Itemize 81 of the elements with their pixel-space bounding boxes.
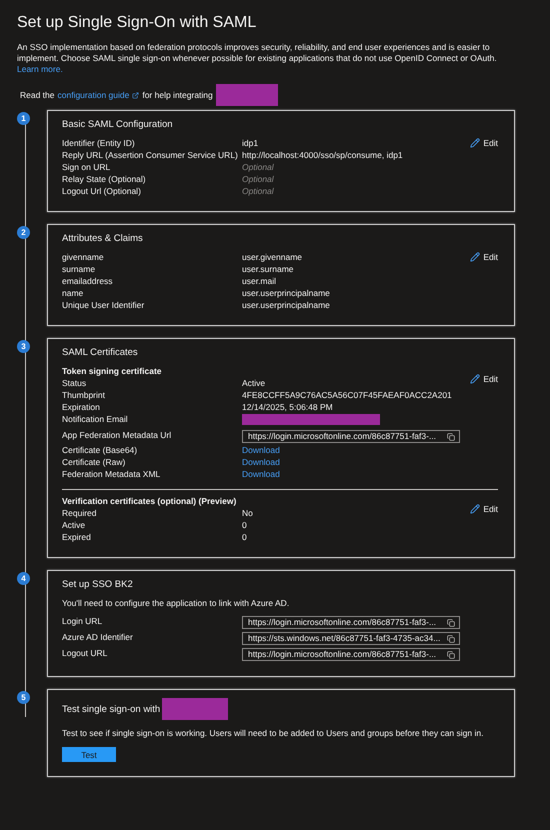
guide-text: for help integrating [142,90,213,100]
page-title: Set up Single Sign-On with SAML [17,14,258,32]
configuration-guide-link[interactable]: configuration guide [58,90,130,100]
learn-more-link[interactable]: Learn more. [17,64,63,74]
pencil-icon [470,374,480,384]
download-link[interactable]: Download [242,457,280,468]
field-label: Login URL [62,615,104,628]
edit-button[interactable]: Edit [470,252,498,262]
field-value: user.userprincipalname [242,300,330,311]
field-label: Identifier (Entity ID) [62,138,136,149]
step-number: 5 [17,691,30,704]
download-link[interactable]: Download [242,469,280,480]
field-value: Optional [242,174,274,185]
field-value: 0 [242,532,247,543]
section-heading: Verification certificates (optional) (Preview) [62,496,238,506]
download-link[interactable]: Download [242,445,280,456]
pencil-icon [470,504,480,514]
edit-button[interactable]: Edit [470,374,498,384]
field-value: 12/14/2025, 5:06:48 PM [242,402,333,413]
field-value: Optional [242,186,274,197]
field-label: Certificate (Raw) [62,457,126,468]
copy-icon[interactable] [447,650,455,658]
field-value: No [242,508,253,519]
card-title: Test single sign-on with [62,704,160,714]
field-label: App Federation Metadata Url [62,429,172,442]
description-text: Test to see if single sign-on is working. Users will need to be added to Users and groups before they can sign in. [62,728,484,739]
intro-text: An SSO implementation based on federation protocols improves security, reliability, and end user experiences and is easier to implement. Choose SAML single sign-on whenever possible for existing applications that do not use OpenID Connect or OAuth. Learn more. [17,42,498,75]
field-value: Optional [242,162,274,173]
pencil-icon [470,252,480,262]
field-value: user.givenname [242,252,302,263]
card-title: SAML Certificates [62,347,138,358]
field-label: Thumbprint [62,390,106,401]
url-field[interactable]: https://sts.windows.net/86c87751-faf3-4735-ac34... [242,632,460,645]
step-number: 4 [17,572,30,585]
description-text: You'll need to configure the application to link with Azure AD. [62,598,290,609]
url-field[interactable]: https://login.microsoftonline.com/86c87751-faf3-... [242,648,460,661]
field-value: http://localhost:4000/sso/sp/consume, idp1 [242,150,403,161]
field-label: Active [62,520,86,531]
field-label: Logout Url (Optional) [62,186,142,197]
field-label: Status [62,378,88,389]
pencil-icon [470,138,480,148]
card-title: Set up SSO BK2 [62,579,133,590]
field-label: Expiration [62,402,101,413]
url-field[interactable]: https://login.microsoftonline.com/86c87751-faf3-... [242,616,460,629]
field-label: Azure AD Identifier [62,631,134,644]
field-label: Reply URL (Assertion Consumer Service URL) [62,150,239,161]
field-label: emailaddress [62,276,114,287]
card-title: Attributes & Claims [62,233,143,244]
step-number: 1 [17,112,30,125]
edit-button[interactable]: Edit [470,138,498,148]
field-value: 4FE8CCFF5A9C76AC5A56C07F45FAEAF0ACC2A201 [242,390,452,401]
field-value: idp1 [242,138,258,149]
field-label: givenname [62,252,105,263]
field-value: user.surname [242,264,294,275]
field-label: Federation Metadata XML [62,469,162,480]
field-label: Logout URL [62,647,108,660]
field-label: Expired [62,532,92,543]
field-label: name [62,288,84,299]
field-value: Active [242,378,266,389]
field-label: Unique User Identifier [62,300,146,311]
field-label: Required [62,508,98,519]
step-number: 3 [17,340,30,353]
field-label: surname [62,264,96,275]
card-title: Basic SAML Configuration [62,119,173,130]
test-button[interactable]: Test [62,747,116,762]
field-label: Sign on URL [62,162,112,173]
copy-icon[interactable] [447,432,455,440]
external-link-icon [132,92,140,98]
edit-button[interactable]: Edit [470,504,498,514]
field-value: user.userprincipalname [242,288,330,299]
step-number: 2 [17,226,30,239]
guide-text: Read the [20,90,54,100]
field-label: Notification Email [62,414,129,426]
url-field[interactable]: https://login.microsoftonline.com/86c87751-faf3-... [242,430,460,443]
section-heading: Token signing certificate [62,366,163,376]
field-label: Relay State (Optional) [62,174,147,185]
copy-icon[interactable] [447,618,455,626]
copy-icon[interactable] [447,634,455,642]
field-value: user.mail [242,276,276,287]
field-value: 0 [242,520,247,531]
field-label: Certificate (Base64) [62,445,138,456]
